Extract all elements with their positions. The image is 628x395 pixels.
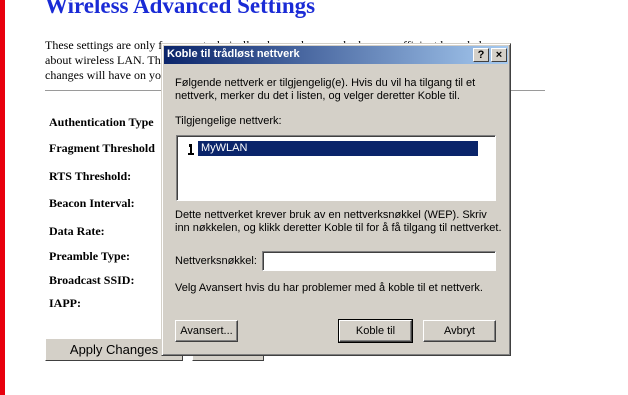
- dialog-intro-line: Følgende nettverk er tilgjengelig(e). Hv…: [175, 77, 476, 89]
- fragment-threshold-label: Fragment Threshold: [49, 141, 155, 155]
- wep-note-line: Dette nettverket krever bruk av en nettv…: [175, 209, 487, 221]
- advanced-hint: Velg Avansert hvis du har problemer med …: [175, 282, 483, 294]
- network-list[interactable]: MyWLAN: [176, 135, 496, 201]
- list-item[interactable]: MyWLAN: [186, 141, 478, 156]
- left-accent-bar: [0, 0, 5, 395]
- iapp-label: IAPP:: [49, 296, 81, 310]
- help-button[interactable]: ?: [473, 48, 489, 62]
- connect-wireless-dialog: Koble til trådløst nettverk ? × Følgende…: [161, 43, 511, 356]
- beacon-interval-label: Beacon Interval:: [49, 196, 135, 210]
- cancel-button[interactable]: Avbryt: [423, 320, 496, 342]
- network-key-label: Nettverksnøkkel:: [175, 255, 257, 267]
- close-button[interactable]: ×: [491, 48, 507, 62]
- preamble-type-label: Preamble Type:: [49, 249, 130, 263]
- wep-note-line: inn nøkkelen, og klikk deretter Koble ti…: [175, 222, 502, 234]
- authentication-type-label: Authentication Type: [49, 115, 154, 129]
- connect-button[interactable]: Koble til: [338, 319, 413, 343]
- page-title: Wireless Advanced Settings: [45, 0, 316, 18]
- data-rate-label: Data Rate:: [49, 224, 105, 238]
- network-name: MyWLAN: [198, 141, 478, 156]
- rts-threshold-label: RTS Threshold:: [49, 169, 132, 183]
- network-key-field[interactable]: [262, 251, 496, 271]
- wep-note: Dette nettverket krever bruk av en nettv…: [175, 209, 502, 235]
- advanced-button[interactable]: Avansert...: [175, 320, 238, 342]
- dialog-intro: Følgende nettverk er tilgjengelig(e). Hv…: [175, 77, 475, 103]
- dialog-titlebar[interactable]: Koble til trådløst nettverk ? ×: [164, 46, 508, 64]
- dialog-title: Koble til trådløst nettverk: [167, 48, 300, 60]
- dialog-intro-line: nettverk, merker du det i listen, og vel…: [175, 90, 460, 102]
- broadcast-ssid-label: Broadcast SSID:: [49, 273, 135, 287]
- wireless-network-icon: [188, 144, 194, 155]
- network-list-label: Tilgjengelige nettverk:: [175, 115, 282, 127]
